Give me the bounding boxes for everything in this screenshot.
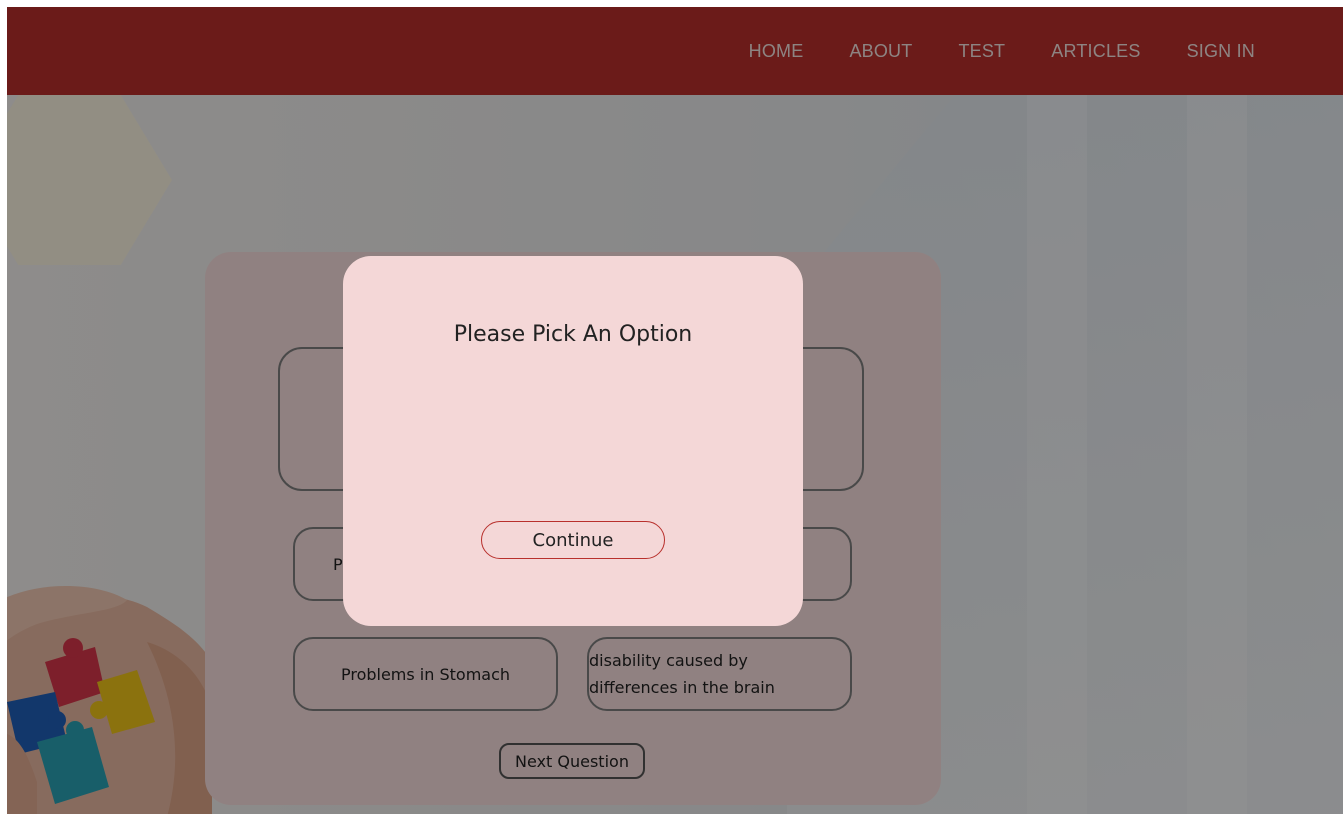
alert-modal: Please Pick An Option Continue xyxy=(343,256,803,626)
continue-button[interactable]: Continue xyxy=(481,521,665,559)
page: HOME ABOUT TEST ARTICLES SIGN IN P Probl… xyxy=(7,7,1343,814)
modal-title: Please Pick An Option xyxy=(453,322,693,347)
